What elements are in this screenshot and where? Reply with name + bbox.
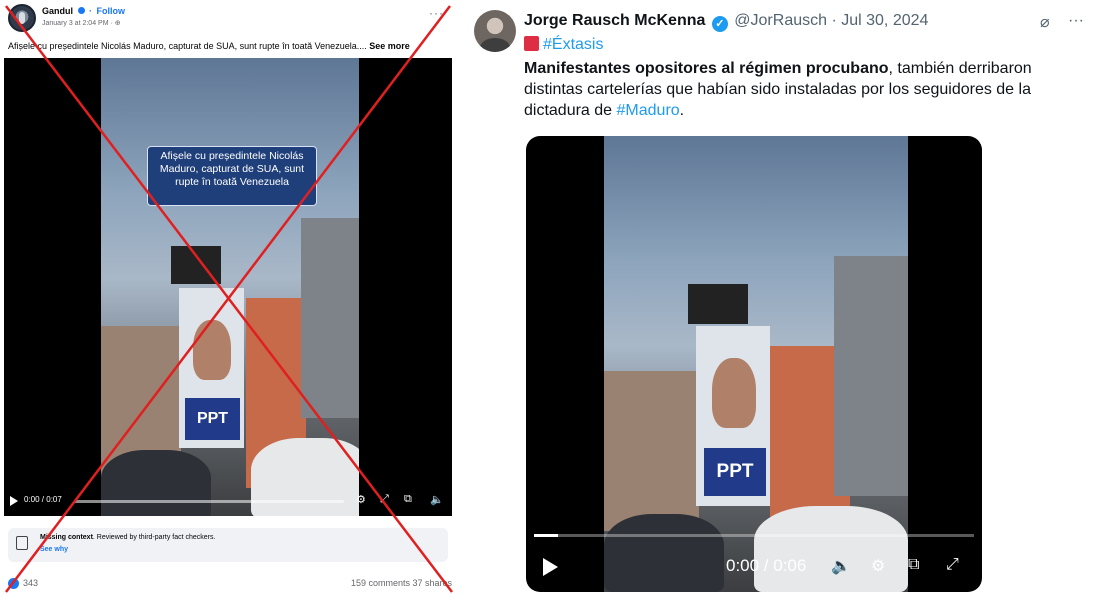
fact-check-icon <box>16 536 28 550</box>
separator: · <box>89 6 93 16</box>
volume-icon[interactable]: 🔈 <box>831 556 851 576</box>
maduro-hashtag[interactable]: #Maduro <box>617 102 680 119</box>
fact-check-text: Missing context. Reviewed by third-party… <box>40 534 215 541</box>
author-name[interactable]: Gandul <box>42 6 73 16</box>
handle-and-date[interactable]: @JorRausch · Jul 30, 2024 <box>730 12 928 29</box>
play-icon[interactable] <box>10 496 18 506</box>
like-reaction-icon[interactable] <box>8 578 19 589</box>
video-caption-overlay: Afișele cu președintele Nicolás Maduro, … <box>147 146 317 206</box>
video-progress-bar[interactable] <box>534 534 974 537</box>
billboard-face <box>193 320 231 380</box>
play-icon[interactable] <box>543 558 558 576</box>
picture-in-picture-icon[interactable]: ⧉ <box>908 556 919 574</box>
reactions-count[interactable]: 343 <box>23 578 38 588</box>
video-progress-bar[interactable] <box>74 500 344 503</box>
fact-check-rating: Missing context <box>40 534 93 541</box>
tweet-text-bold: Manifestantes opositores al régimen proc… <box>524 60 889 77</box>
post-caption: Afișele cu președintele Nicolás Maduro, … <box>8 41 452 51</box>
video-player[interactable]: PPT Afișele cu președintele Nicolás Madu… <box>4 58 452 516</box>
tweet: Jorge Rausch McKenna ✓ @JorRausch · Jul … <box>470 0 1100 597</box>
building-left <box>604 371 699 531</box>
comparison-screenshot: Gandul · Follow January 3 at 2:04 PM · ⊕… <box>0 0 1100 597</box>
expand-icon[interactable]: ⤢ <box>380 493 389 506</box>
tweet-text: Manifestantes opositores al régimen proc… <box>524 58 1084 121</box>
post-date-text: January 3 at 2:04 PM · <box>42 20 115 27</box>
video-frame: PPT <box>101 58 359 516</box>
post-header: Gandul · Follow January 3 at 2:04 PM · ⊕… <box>8 4 448 34</box>
author-row: Gandul · Follow <box>42 6 125 16</box>
tweet-text-end: . <box>679 102 685 119</box>
more-options-icon[interactable]: ··· <box>1068 12 1084 30</box>
video-controls: 0:00 / 0:07 ⚙ ⤢ ⧉ 🔈 <box>4 492 452 510</box>
post-date[interactable]: January 3 at 2:04 PM · ⊕ <box>42 19 121 27</box>
comments-shares-count[interactable]: 159 comments 37 shares <box>351 578 452 588</box>
topic-hashtag[interactable]: #Éxtasis <box>543 36 603 53</box>
verified-badge-icon: ✓ <box>711 16 728 32</box>
verified-icon <box>77 7 85 14</box>
billboard-top <box>688 284 748 324</box>
volume-icon[interactable]: 🔈 <box>430 493 444 506</box>
red-square-icon <box>524 36 539 51</box>
video-player[interactable]: PPT 0:00 / 0:06 🔈 ⚙ ⧉ ⤢ <box>526 136 982 592</box>
video-frame: PPT <box>604 136 908 592</box>
topic-hashtag-row: #Éxtasis <box>524 36 603 54</box>
page-avatar[interactable] <box>8 4 36 32</box>
building-right <box>834 256 908 496</box>
fact-check-detail: . Reviewed by third-party fact checkers. <box>92 534 216 541</box>
pip-icon[interactable]: ⧉ <box>404 493 412 506</box>
more-options-icon[interactable]: ··· <box>429 6 444 20</box>
settings-icon[interactable]: ⚙ <box>871 556 885 576</box>
post-footer: 343 159 comments 37 shares <box>8 578 452 592</box>
car-dark <box>604 514 724 592</box>
fact-check-banner[interactable]: Missing context. Reviewed by third-party… <box>8 528 448 562</box>
car-white <box>754 506 908 592</box>
video-time: 0:00 / 0:07 <box>24 495 62 504</box>
follow-button[interactable]: Follow <box>97 6 126 16</box>
facebook-post: Gandul · Follow January 3 at 2:04 PM · ⊕… <box>0 0 456 597</box>
see-more-link[interactable]: See more <box>369 41 410 51</box>
building-right <box>301 218 359 418</box>
billboard-face <box>712 358 756 428</box>
billboard-top <box>171 246 221 284</box>
globe-icon: ⊕ <box>114 20 121 27</box>
display-name[interactable]: Jorge Rausch McKenna <box>524 12 705 29</box>
fullscreen-icon[interactable]: ⤢ <box>946 556 959 574</box>
video-time: 0:00 / 0:06 <box>726 556 807 575</box>
grok-icon[interactable]: ⌀ <box>1040 12 1050 32</box>
settings-icon[interactable]: ⚙ <box>356 493 366 506</box>
caption-text: Afișele cu președintele Nicolás Maduro, … <box>8 41 367 51</box>
billboard-logo: PPT <box>185 398 240 440</box>
tweet-header: Jorge Rausch McKenna ✓ @JorRausch · Jul … <box>524 12 928 32</box>
video-progress-fill <box>534 534 558 537</box>
see-why-link[interactable]: See why <box>40 546 68 553</box>
user-avatar[interactable] <box>474 10 516 52</box>
billboard-logo: PPT <box>704 448 766 496</box>
